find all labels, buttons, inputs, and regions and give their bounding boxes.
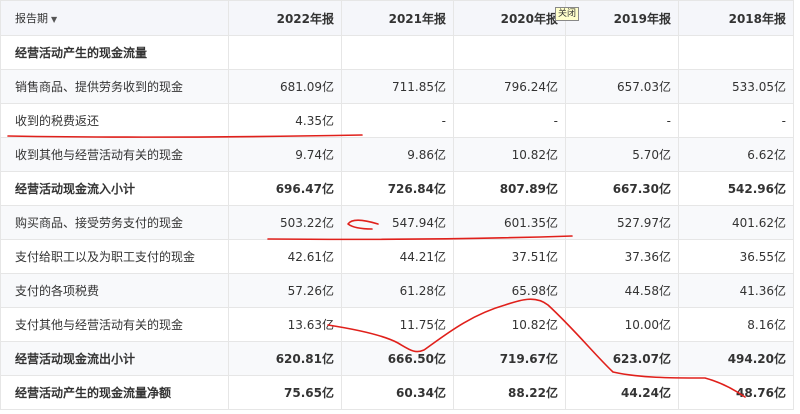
table-row: 支付的各项税费 57.26亿 61.28亿 65.98亿 44.58亿 41.36亿 [0,273,794,308]
value-cell-2018: 48.76亿 [678,375,794,410]
value-cell-2020: - [453,103,566,138]
row-label: 支付其他与经营活动有关的现金 [0,307,229,342]
value-cell-2022 [228,35,342,70]
year-header-2022[interactable]: 2022年报 [228,0,342,36]
row-label: 购买商品、接受劳务支付的现金 [0,205,229,240]
year-header-2021[interactable]: 2021年报 [341,0,454,36]
value-cell-2020: 88.22亿 [453,375,566,410]
value-cell-2019: 527.97亿 [565,205,679,240]
value-cell-2019: 37.36亿 [565,239,679,274]
period-sort-header[interactable]: 报告期 ▼ [0,0,229,36]
value-cell-2018: 401.62亿 [678,205,794,240]
value-cell-2020: 10.82亿 [453,307,566,342]
value-cell-2020: 10.82亿 [453,137,566,172]
value-cell-2020: 807.89亿 [453,171,566,206]
value-cell-2019: 44.24亿 [565,375,679,410]
year-header-2020[interactable]: 2020年报 [453,0,566,36]
value-cell-2019: 5.70亿 [565,137,679,172]
value-cell-2020: 601.35亿 [453,205,566,240]
value-cell-2018: 542.96亿 [678,171,794,206]
table-row: 销售商品、提供劳务收到的现金 681.09亿 711.85亿 796.24亿 657.0… [0,69,794,104]
value-cell-2019 [565,35,679,70]
value-cell-2022: 620.81亿 [228,341,342,376]
value-cell-2021: 61.28亿 [341,273,454,308]
value-cell-2018: 41.36亿 [678,273,794,308]
row-label: 经营活动现金流入小计 [0,171,229,206]
value-cell-2022: 42.61亿 [228,239,342,274]
value-cell-2021: 666.50亿 [341,341,454,376]
value-cell-2020: 65.98亿 [453,273,566,308]
value-cell-2020: 719.67亿 [453,341,566,376]
value-cell-2022: 696.47亿 [228,171,342,206]
value-cell-2020: 37.51亿 [453,239,566,274]
value-cell-2021: - [341,103,454,138]
value-cell-2021: 60.34亿 [341,375,454,410]
row-label: 经营活动产生的现金流量 [0,35,229,70]
row-label: 支付给职工以及为职工支付的现金 [0,239,229,274]
value-cell-2021: 547.94亿 [341,205,454,240]
value-cell-2021: 9.86亿 [341,137,454,172]
cash-flow-panel: 报告期 ▼ 2022年报 2021年报 2020年报 2019年报 2018年报 … [0,0,800,414]
value-cell-2022: 57.26亿 [228,273,342,308]
cash-flow-table: 报告期 ▼ 2022年报 2021年报 2020年报 2019年报 2018年报 … [0,0,794,410]
table-row: 支付给职工以及为职工支付的现金 42.61亿 44.21亿 37.51亿 37.36亿 3… [0,239,794,274]
table-row: 经营活动现金流出小计 620.81亿 666.50亿 719.67亿 623.07亿 49… [0,341,794,376]
value-cell-2021: 44.21亿 [341,239,454,274]
value-cell-2022: 75.65亿 [228,375,342,410]
row-label: 收到其他与经营活动有关的现金 [0,137,229,172]
period-label: 报告期 [15,12,48,25]
value-cell-2019: 667.30亿 [565,171,679,206]
table-row: 经营活动产生的现金流量净额 75.65亿 60.34亿 88.22亿 44.24亿 48.… [0,375,794,410]
row-label: 经营活动现金流出小计 [0,341,229,376]
value-cell-2019: 44.58亿 [565,273,679,308]
value-cell-2022: 9.74亿 [228,137,342,172]
table-row: 收到其他与经营活动有关的现金 9.74亿 9.86亿 10.82亿 5.70亿 6.62亿 [0,137,794,172]
sort-down-icon[interactable]: ▼ [51,15,57,24]
table-row: 购买商品、接受劳务支付的现金 503.22亿 547.94亿 601.35亿 527.9… [0,205,794,240]
value-cell-2022: 4.35亿 [228,103,342,138]
value-cell-2018: 36.55亿 [678,239,794,274]
value-cell-2018: 6.62亿 [678,137,794,172]
value-cell-2019: 657.03亿 [565,69,679,104]
value-cell-2020 [453,35,566,70]
table-row: 经营活动现金流入小计 696.47亿 726.84亿 807.89亿 667.30亿 54… [0,171,794,206]
table-body: 经营活动产生的现金流量 销售商品、提供劳务收到的现金 681.09亿 711.85亿 7… [0,35,794,410]
table-row: 经营活动产生的现金流量 [0,35,794,70]
value-cell-2022: 681.09亿 [228,69,342,104]
value-cell-2019: 10.00亿 [565,307,679,342]
close-button[interactable]: 关闭 [555,7,580,21]
value-cell-2022: 503.22亿 [228,205,342,240]
value-cell-2018 [678,35,794,70]
value-cell-2019: 623.07亿 [565,341,679,376]
row-label: 销售商品、提供劳务收到的现金 [0,69,229,104]
value-cell-2018: 533.05亿 [678,69,794,104]
table-row: 支付其他与经营活动有关的现金 13.63亿 11.75亿 10.82亿 10.00亿 8.… [0,307,794,342]
value-cell-2020: 796.24亿 [453,69,566,104]
table-header-row: 报告期 ▼ 2022年报 2021年报 2020年报 2019年报 2018年报 [0,0,794,36]
value-cell-2022: 13.63亿 [228,307,342,342]
value-cell-2019: - [565,103,679,138]
value-cell-2021: 726.84亿 [341,171,454,206]
value-cell-2021 [341,35,454,70]
value-cell-2018: 494.20亿 [678,341,794,376]
value-cell-2021: 711.85亿 [341,69,454,104]
value-cell-2018: - [678,103,794,138]
value-cell-2021: 11.75亿 [341,307,454,342]
year-header-2019[interactable]: 2019年报 [565,0,679,36]
value-cell-2018: 8.16亿 [678,307,794,342]
row-label: 支付的各项税费 [0,273,229,308]
table-row: 收到的税费返还 4.35亿 - - - - [0,103,794,138]
row-label: 收到的税费返还 [0,103,229,138]
year-header-2018[interactable]: 2018年报 [678,0,794,36]
row-label: 经营活动产生的现金流量净额 [0,375,229,410]
